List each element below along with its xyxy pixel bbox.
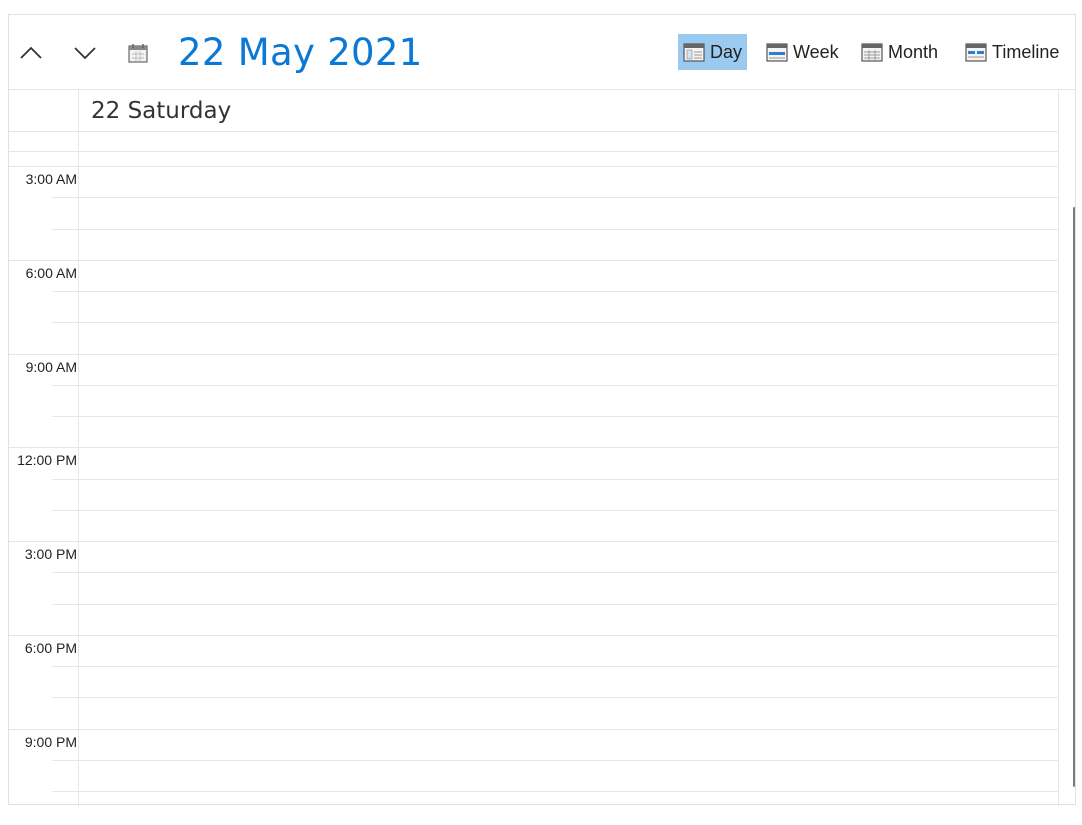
week-view-label: Week bbox=[793, 41, 839, 62]
hour-line-major bbox=[9, 260, 1059, 261]
scrollbar-thumb[interactable] bbox=[1073, 207, 1075, 787]
current-date-title[interactable]: 22 May 2021 bbox=[178, 31, 423, 74]
hour-line-minor bbox=[52, 479, 1059, 480]
previous-button[interactable] bbox=[15, 37, 47, 69]
hour-line-minor bbox=[52, 510, 1059, 511]
hour-line-major bbox=[9, 447, 1059, 448]
chevron-up-icon bbox=[20, 46, 42, 59]
time-label: 9:00 AM bbox=[25, 359, 77, 375]
day-header-divider bbox=[9, 131, 1059, 132]
time-label: 6:00 AM bbox=[25, 265, 77, 281]
hour-line-major bbox=[9, 635, 1059, 636]
hour-line-minor bbox=[52, 572, 1059, 573]
month-view-label: Month bbox=[888, 41, 939, 62]
month-view-button[interactable]: Month bbox=[856, 34, 945, 70]
hour-line-major bbox=[9, 541, 1059, 542]
scheduler: 22 May 2021 Day Week Month Timeline 22 S… bbox=[8, 14, 1076, 806]
timeline-view-label: Timeline bbox=[992, 41, 1060, 62]
time-label: 12:00 PM bbox=[17, 452, 77, 468]
hour-line-minor bbox=[52, 666, 1059, 667]
hour-line-minor bbox=[52, 791, 1059, 792]
hour-line-minor bbox=[52, 229, 1059, 230]
chevron-down-icon bbox=[74, 47, 96, 60]
time-label: 3:00 PM bbox=[24, 546, 77, 562]
date-picker-button[interactable] bbox=[125, 40, 151, 66]
hour-line-minor bbox=[52, 697, 1059, 698]
hour-line-minor bbox=[52, 385, 1059, 386]
hour-line-minor bbox=[52, 604, 1059, 605]
next-button[interactable] bbox=[69, 37, 101, 69]
timeline-view-button[interactable]: Timeline bbox=[960, 34, 1066, 70]
day-header[interactable]: 22 Saturday bbox=[78, 90, 1059, 131]
day-view-label: Day bbox=[710, 41, 743, 62]
hour-line-minor bbox=[52, 416, 1059, 417]
day-header-label: 22 Saturday bbox=[91, 98, 232, 124]
week-view-icon bbox=[766, 42, 788, 62]
timeline-view-icon bbox=[965, 42, 987, 62]
calendar-icon bbox=[128, 44, 148, 63]
time-slot-grid[interactable]: 3:00 AM 6:00 AM 9:00 AM 12:00 PM 3:00 PM 6:00… bbox=[9, 152, 1059, 806]
hour-line-minor bbox=[52, 291, 1059, 292]
time-label: 9:00 PM bbox=[24, 734, 77, 750]
week-view-button[interactable]: Week bbox=[761, 34, 846, 70]
time-label: 6:00 PM bbox=[24, 640, 77, 656]
hour-line-minor bbox=[52, 322, 1059, 323]
hour-line-major bbox=[9, 166, 1059, 167]
hour-line-minor bbox=[52, 760, 1059, 761]
day-view-icon bbox=[683, 42, 705, 62]
day-view-button[interactable]: Day bbox=[678, 34, 747, 70]
hour-line-major bbox=[9, 729, 1059, 730]
hour-line-minor bbox=[52, 197, 1059, 198]
time-label: 3:00 AM bbox=[25, 171, 77, 187]
hour-line-major bbox=[9, 354, 1059, 355]
month-view-icon bbox=[861, 42, 883, 62]
